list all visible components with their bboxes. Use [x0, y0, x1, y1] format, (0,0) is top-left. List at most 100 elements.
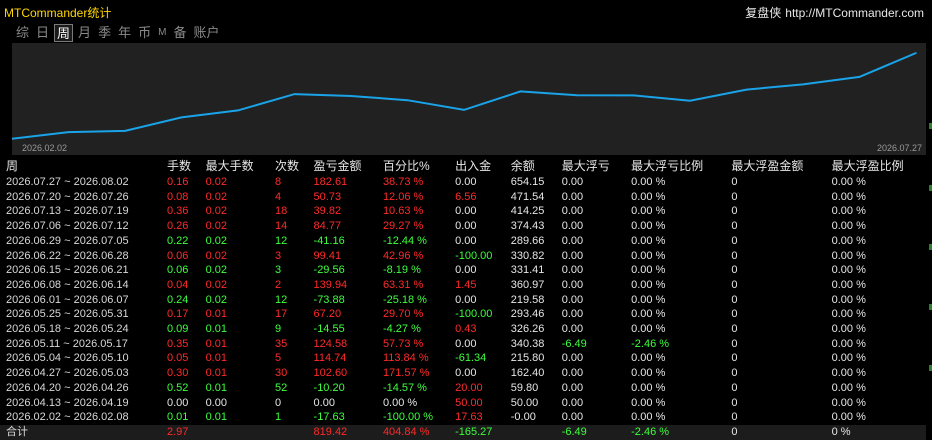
- balance-point: [463, 109, 465, 111]
- max-float-loss-cell: 0.00: [561, 205, 584, 218]
- chart-start-date: 2026.02.02: [22, 143, 68, 153]
- column-header[interactable]: 最大手数: [200, 158, 269, 175]
- tab-quarter[interactable]: 季: [96, 24, 113, 42]
- max-float-loss-pct-cell: 0.00 %: [631, 278, 666, 291]
- column-header[interactable]: 盈亏金额: [308, 158, 377, 175]
- total-max-float-profit-pct: 0 %: [825, 424, 926, 440]
- pnl-cell: -14.55: [313, 323, 345, 336]
- table-row[interactable]: 2026.04.27 ~ 2026.05.03 0.30 0.01 30 102.60 1…: [0, 366, 926, 381]
- pnl-cell: 182.61: [313, 176, 348, 188]
- table-row[interactable]: 2026.05.04 ~ 2026.05.10 0.05 0.01 5 114.74 11…: [0, 351, 926, 366]
- tab-day[interactable]: 日: [34, 24, 51, 42]
- max-lots-cell: 0.01: [205, 352, 227, 365]
- table-row[interactable]: 2026.05.18 ~ 2026.05.24 0.09 0.01 9 -14.55 -4…: [0, 322, 926, 337]
- balance-cell: 340.38: [510, 337, 545, 350]
- max-float-loss-pct-cell: 0.00 %: [631, 308, 666, 321]
- percent-cell: -12.44 %: [382, 234, 427, 247]
- lots-cell: 0.35: [167, 337, 189, 350]
- percent-cell: 113.84 %: [382, 352, 429, 365]
- balance-point: [632, 94, 635, 97]
- column-header[interactable]: 出入金: [449, 158, 505, 175]
- column-header[interactable]: 最大浮亏比例: [625, 158, 725, 175]
- site-url[interactable]: http://MTCommander.com: [785, 6, 924, 20]
- balance-cell: 414.25: [510, 205, 545, 218]
- max-float-profit-pct-cell: 0.00 %: [831, 278, 866, 291]
- column-header[interactable]: 最大浮盈比例: [826, 158, 926, 175]
- max-float-loss-pct-cell: 0.00 %: [631, 367, 666, 380]
- table-row[interactable]: 2026.04.20 ~ 2026.04.26 0.52 0.01 52 -10.20 -…: [0, 381, 926, 396]
- tab-week[interactable]: 周: [54, 24, 74, 42]
- tab-notes[interactable]: 备: [171, 24, 188, 42]
- tab-currency[interactable]: 币: [136, 24, 153, 42]
- max-float-profit-pct-cell: 0.00 %: [831, 293, 866, 306]
- max-lots-cell: 0.02: [205, 249, 227, 262]
- tab-composite[interactable]: 综: [14, 24, 31, 42]
- column-header[interactable]: 余额: [505, 158, 556, 175]
- lots-cell: 0.09: [167, 323, 189, 336]
- table-row[interactable]: 2026.07.06 ~ 2026.07.12 0.26 0.02 14 84.77 29…: [0, 219, 926, 234]
- flow-cell: 50.00: [455, 396, 483, 409]
- count-cell: 52: [274, 381, 288, 394]
- max-float-profit-cell: 0: [731, 205, 738, 218]
- pnl-cell: 67.20: [313, 308, 342, 321]
- percent-cell: 12.06 %: [382, 190, 424, 203]
- tab-m[interactable]: M: [156, 24, 168, 42]
- pnl-cell: 84.77: [313, 220, 342, 233]
- balance-cell: 654.15: [510, 176, 545, 188]
- tab-year[interactable]: 年: [116, 24, 133, 42]
- table-row[interactable]: 2026.06.29 ~ 2026.07.05 0.22 0.02 12 -41.16 -…: [0, 234, 926, 249]
- count-cell: 1: [274, 411, 282, 424]
- lots-cell: 0.05: [167, 352, 189, 365]
- max-float-loss-pct-cell: 0.00 %: [631, 205, 666, 218]
- table-row[interactable]: 2026.06.08 ~ 2026.06.14 0.04 0.02 2 139.94 63…: [0, 278, 926, 293]
- column-header[interactable]: 百分比%: [377, 158, 449, 175]
- count-cell: 30: [274, 367, 288, 380]
- column-header[interactable]: 周: [0, 158, 161, 175]
- balance-cell: 50.00: [510, 396, 539, 409]
- count-cell: 4: [274, 190, 282, 203]
- count-cell: 2: [274, 278, 282, 291]
- count-cell: 35: [274, 337, 288, 350]
- column-header[interactable]: 次数: [269, 158, 308, 175]
- column-header[interactable]: 最大浮亏: [556, 158, 625, 175]
- tab-account[interactable]: 账户: [191, 24, 221, 42]
- balance-point: [293, 93, 296, 95]
- count-cell: 3: [274, 264, 282, 277]
- table-row[interactable]: 2026.06.01 ~ 2026.06.07 0.24 0.02 12 -73.88 -…: [0, 293, 926, 308]
- table-row[interactable]: 2026.04.13 ~ 2026.04.19 0.00 0.00 0 0.00 0.00…: [0, 396, 926, 411]
- table-row[interactable]: 2026.07.27 ~ 2026.08.02 0.16 0.02 8 182.61 38…: [0, 175, 926, 190]
- flow-cell: 0.00: [455, 176, 477, 188]
- table-row[interactable]: 2026.07.20 ~ 2026.07.26 0.08 0.02 4 50.73 12.…: [0, 190, 926, 205]
- max-float-profit-cell: 0: [731, 278, 738, 291]
- pnl-cell: -17.63: [313, 411, 345, 424]
- table-row[interactable]: 2026.05.11 ~ 2026.05.17 0.35 0.01 35 124.58 5…: [0, 337, 926, 352]
- column-header[interactable]: 手数: [161, 158, 200, 175]
- percent-cell: -8.19 %: [382, 264, 421, 277]
- max-float-loss-cell: 0.00: [561, 249, 584, 262]
- max-float-loss-cell: 0.00: [561, 278, 584, 291]
- app-title: MTCommander统计: [4, 6, 112, 20]
- max-float-profit-cell: 0: [731, 190, 738, 203]
- column-header[interactable]: 最大浮盈金额: [725, 158, 825, 175]
- max-lots-cell: 0.01: [205, 308, 227, 321]
- week-cell: 2026.07.06 ~ 2026.07.12: [6, 220, 129, 233]
- table-row[interactable]: 2026.06.15 ~ 2026.06.21 0.06 0.02 3 -29.56 -8…: [0, 263, 926, 278]
- week-cell: 2026.06.29 ~ 2026.07.05: [6, 234, 129, 247]
- max-float-profit-cell: 0: [731, 234, 738, 247]
- max-float-profit-pct-cell: 0.00 %: [831, 190, 866, 203]
- lots-cell: 0.00: [167, 396, 189, 409]
- pnl-cell: 102.60: [313, 367, 348, 380]
- table-row[interactable]: 2026.06.22 ~ 2026.06.28 0.06 0.02 3 99.41 42.…: [0, 249, 926, 264]
- table-row[interactable]: 2026.05.25 ~ 2026.05.31 0.17 0.01 17 67.20 29…: [0, 307, 926, 322]
- tab-month[interactable]: 月: [76, 24, 93, 42]
- title-bar: MTCommander统计 复盘侠 http://MTCommander.com: [0, 0, 932, 22]
- table-row[interactable]: 2026.02.02 ~ 2026.02.08 0.01 0.01 1 -17.63 -1…: [0, 410, 926, 425]
- week-cell: 2026.04.20 ~ 2026.04.26: [6, 381, 129, 394]
- lots-cell: 0.01: [167, 411, 189, 424]
- max-lots-cell: 0.01: [205, 337, 227, 350]
- max-float-loss-cell: 0.00: [561, 323, 584, 336]
- percent-cell: 29.70 %: [382, 308, 424, 321]
- max-float-loss-cell: 0.00: [561, 396, 584, 409]
- pnl-cell: 114.74: [313, 352, 347, 365]
- table-row[interactable]: 2026.07.13 ~ 2026.07.19 0.36 0.02 18 39.82 10…: [0, 204, 926, 219]
